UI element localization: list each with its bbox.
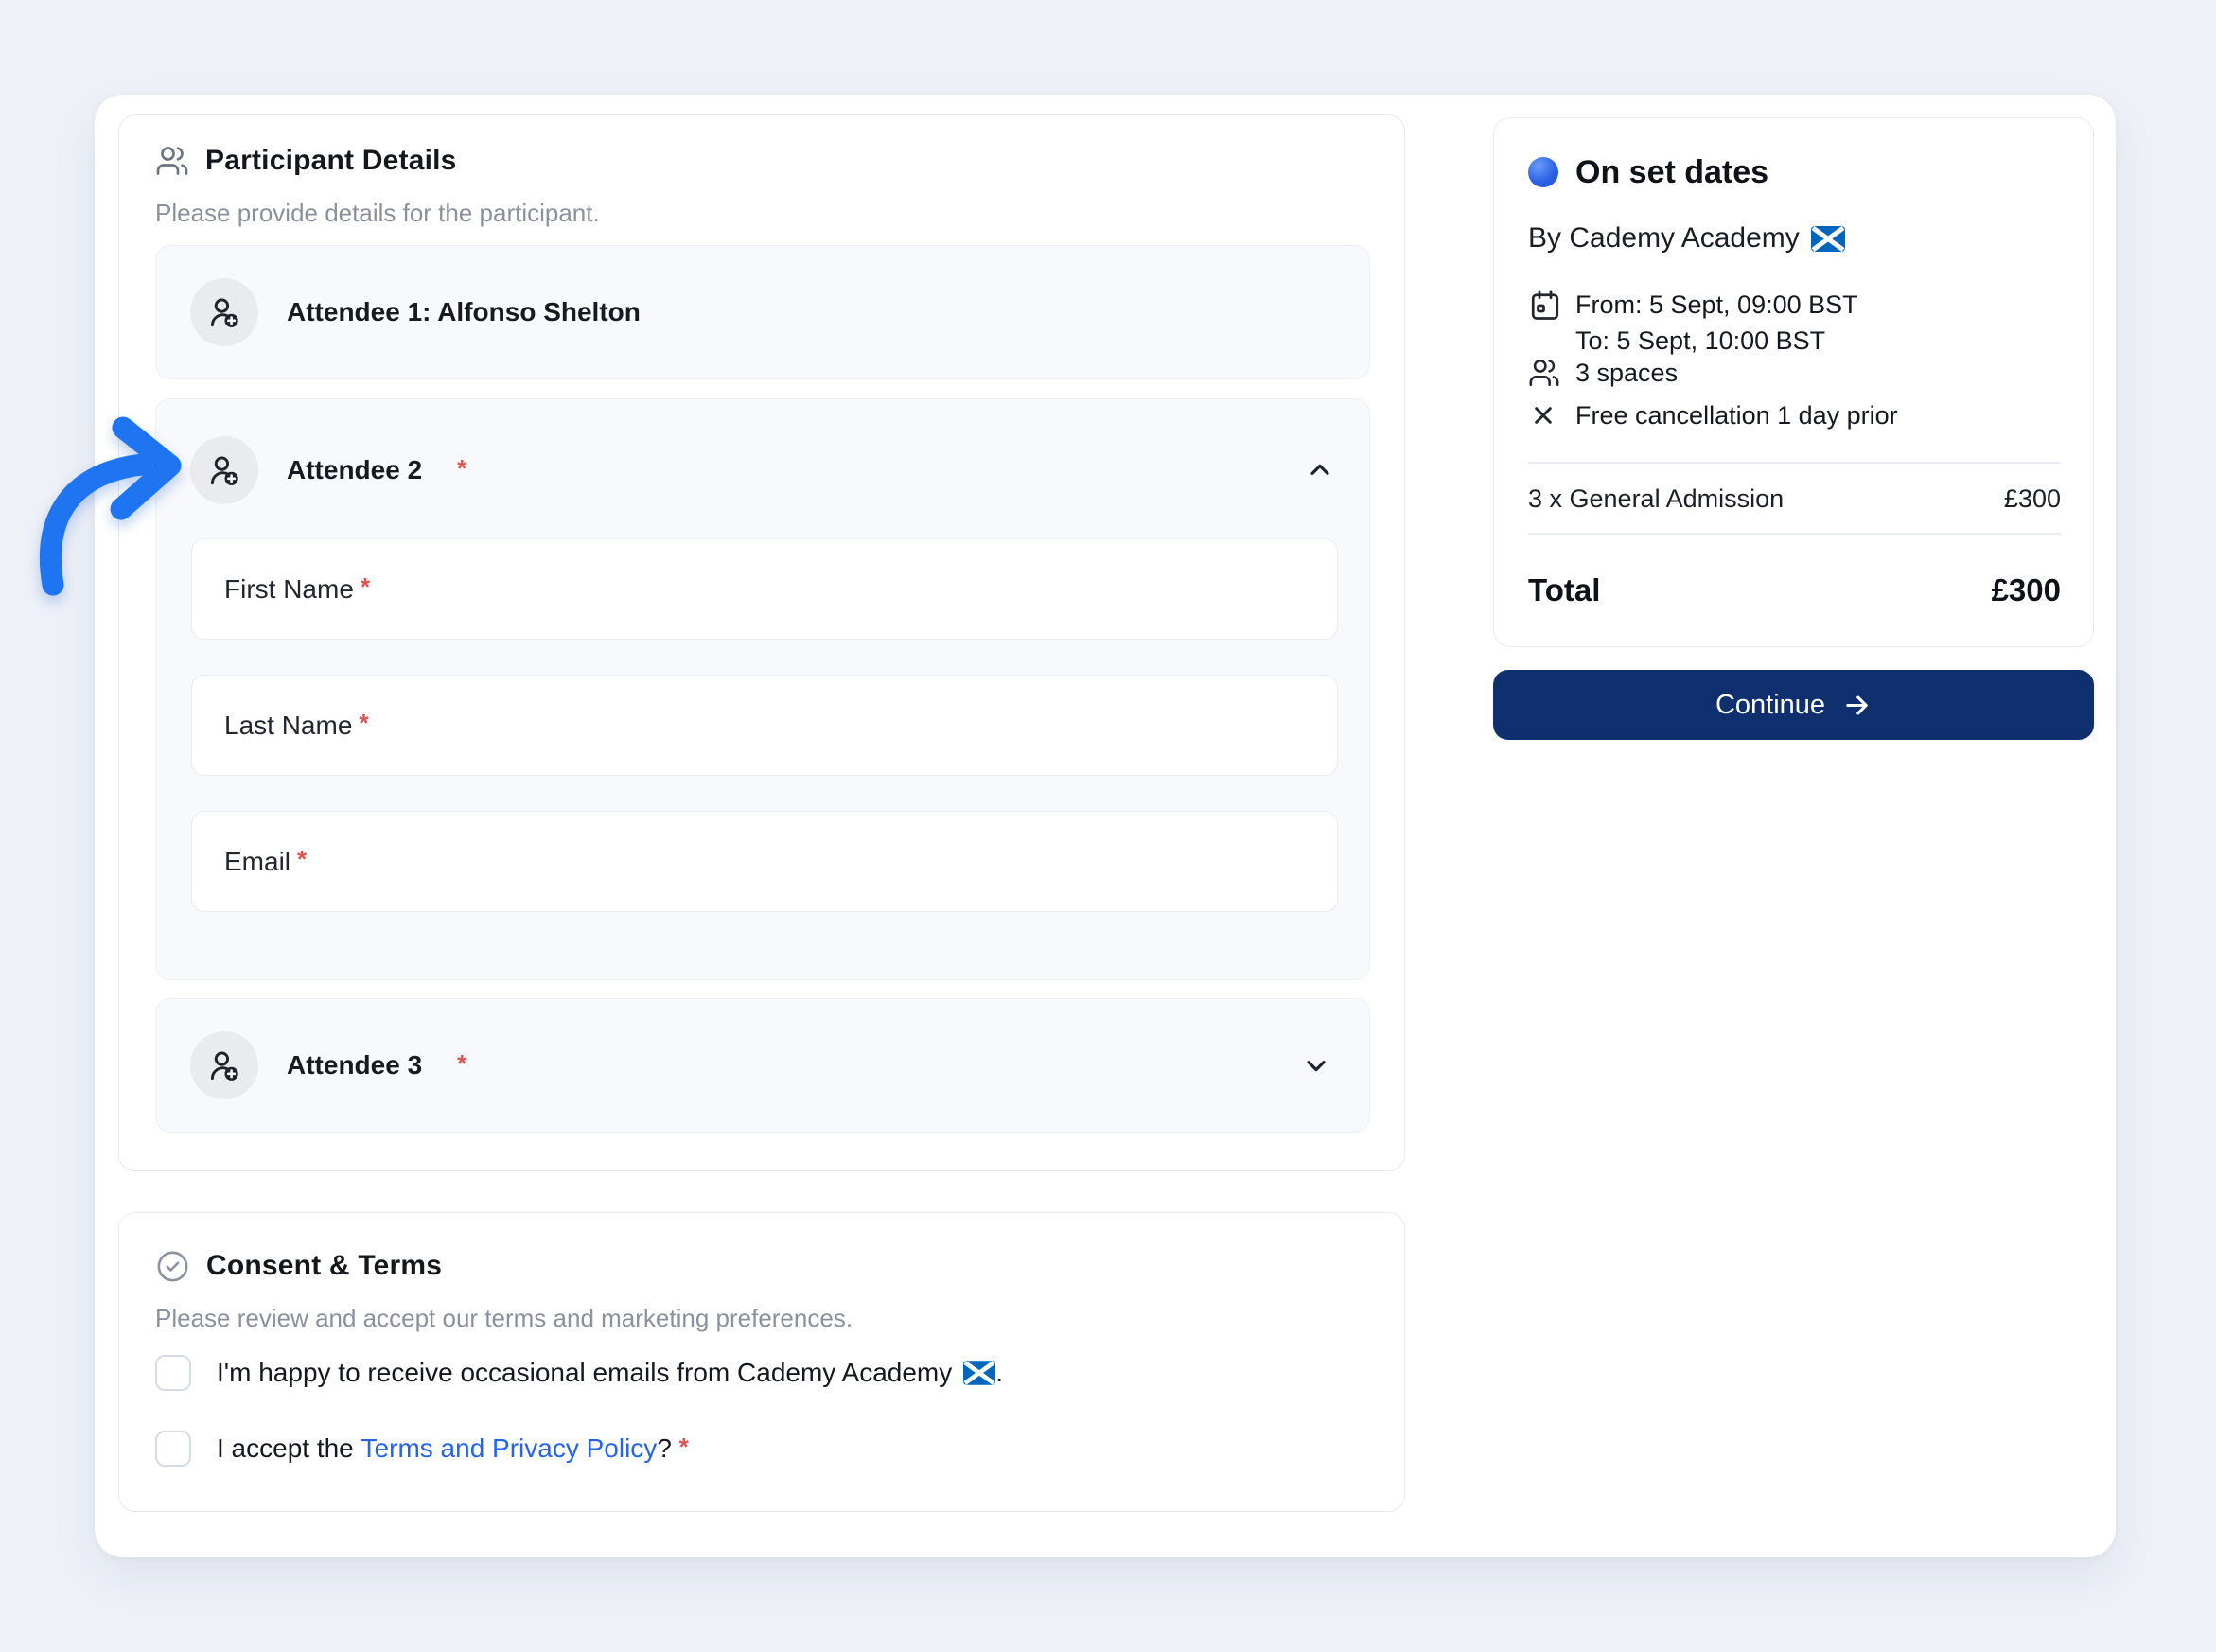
last-name-field[interactable]: Last Name *: [191, 675, 1338, 776]
organizer-name: By Cademy Academy: [1528, 222, 1800, 254]
terms-label: I accept the Terms and Privacy Policy? *: [217, 1432, 689, 1464]
participant-details-header: Participant Details: [155, 140, 457, 182]
attendee-3-row[interactable]: Attendee 3 *: [155, 998, 1370, 1133]
event-dates: From: 5 Sept, 09:00 BST To: 5 Sept, 10:0…: [1575, 287, 1858, 359]
terms-checkbox[interactable]: [155, 1431, 191, 1467]
participant-details-title: Participant Details: [205, 145, 457, 176]
user-plus-icon: [190, 1031, 258, 1099]
required-asterisk: *: [678, 1432, 689, 1461]
attendee-2-label: Attendee 2: [287, 455, 423, 484]
consent-terms-title: Consent & Terms: [206, 1250, 443, 1281]
email-field[interactable]: Email *: [191, 811, 1338, 912]
required-asterisk: *: [457, 1048, 467, 1078]
event-summary-card: On set dates By Cademy Academy From: 5 S…: [1493, 117, 2094, 647]
terms-label-suffix: ?: [657, 1433, 679, 1463]
email-label: Email: [224, 846, 291, 876]
marketing-label-text: I'm happy to receive occasional emails f…: [217, 1358, 953, 1387]
organizer-line: By Cademy Academy: [1528, 220, 1845, 256]
total-label: Total: [1528, 572, 1601, 607]
marketing-consent-row: I'm happy to receive occasional emails f…: [155, 1353, 1003, 1393]
event-date-to: To: 5 Sept, 10:00 BST: [1575, 326, 1826, 355]
event-title: On set dates: [1575, 153, 1769, 190]
total-row: Total £300: [1528, 571, 2061, 610]
line-item-price: £300: [2003, 483, 2061, 513]
event-title-row: On set dates: [1528, 152, 1768, 192]
required-asterisk: *: [360, 572, 371, 601]
divider: [1528, 462, 2061, 464]
terms-label-prefix: I accept the: [217, 1433, 361, 1463]
blue-circle-icon: [1528, 157, 1558, 187]
participant-details-section: Participant Details Please provide detai…: [118, 114, 1405, 1171]
scotland-flag-icon: [1810, 225, 1845, 252]
user-plus-icon: [190, 436, 258, 504]
divider: [1528, 533, 2061, 535]
required-asterisk: *: [457, 453, 467, 483]
last-name-label: Last Name: [224, 710, 353, 740]
curved-arrow-icon: [39, 416, 182, 596]
attendee-1-label: Attendee 1: Alfonso Shelton: [287, 297, 641, 326]
total-price: £300: [1991, 572, 2061, 607]
x-icon: [1528, 400, 1558, 431]
consent-terms-section: Consent & Terms Please review and accept…: [118, 1212, 1405, 1512]
line-item-label: 3 x General Admission: [1528, 483, 1785, 513]
line-item-row: 3 x General Admission £300: [1528, 481, 2061, 517]
attendee-1-row[interactable]: Attendee 1: Alfonso Shelton: [155, 245, 1370, 379]
consent-terms-subtitle: Please review and accept our terms and m…: [155, 1304, 853, 1332]
chevron-up-icon[interactable]: [1305, 455, 1335, 485]
required-asterisk: *: [297, 845, 308, 873]
terms-privacy-link[interactable]: Terms and Privacy Policy: [361, 1433, 658, 1464]
users-icon: [155, 144, 189, 178]
users-icon: [1528, 357, 1560, 389]
circle-check-icon: [155, 1249, 190, 1284]
event-date-from: From: 5 Sept, 09:00 BST: [1575, 290, 1858, 319]
user-plus-icon: [190, 278, 258, 346]
calendar-icon: [1528, 289, 1562, 323]
attendee-2-header[interactable]: Attendee 2 *: [190, 436, 1335, 504]
marketing-checkbox[interactable]: [155, 1355, 191, 1391]
attendee-3-label: Attendee 3: [287, 1050, 423, 1080]
cancellation-text: Free cancellation 1 day prior: [1575, 401, 1898, 430]
first-name-field[interactable]: First Name *: [191, 538, 1338, 640]
attendee-2-panel: Attendee 2 * First Name * Last Name * Em…: [155, 398, 1370, 980]
scotland-flag-icon: [963, 1361, 996, 1385]
terms-consent-row: I accept the Terms and Privacy Policy? *: [155, 1429, 689, 1468]
required-asterisk: *: [359, 709, 369, 737]
participant-details-subtitle: Please provide details for the participa…: [155, 199, 600, 227]
spaces-text: 3 spaces: [1575, 359, 1679, 387]
chevron-down-icon[interactable]: [1301, 1050, 1331, 1081]
continue-button[interactable]: Continue: [1493, 670, 2094, 740]
marketing-label-period: .: [995, 1358, 1004, 1387]
first-name-label: First Name: [224, 573, 354, 604]
consent-terms-header: Consent & Terms: [155, 1245, 442, 1287]
arrow-right-icon: [1842, 691, 1872, 720]
continue-label: Continue: [1715, 689, 1826, 720]
booking-page-container: Participant Details Please provide detai…: [95, 95, 2116, 1557]
marketing-label: I'm happy to receive occasional emails f…: [217, 1358, 1003, 1388]
